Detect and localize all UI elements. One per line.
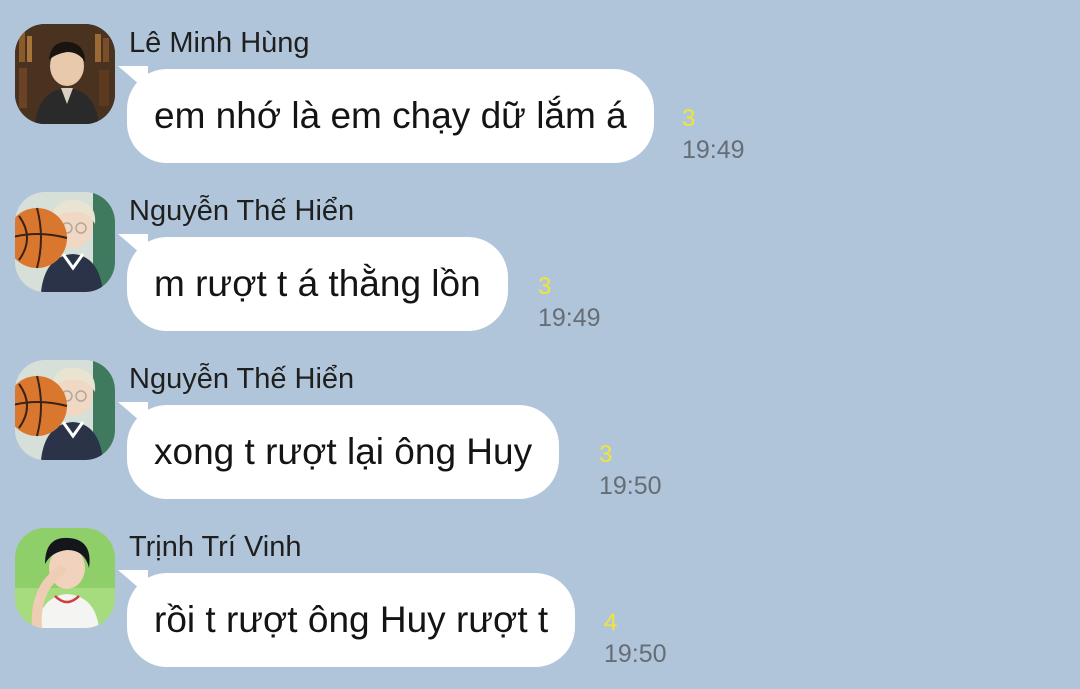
avatar-boy-basketball[interactable] [15, 360, 115, 460]
message-time: 19:49 [682, 136, 745, 164]
message-row: Trịnh Trí Vinh rồi t rượt ông Huy rượt t… [0, 504, 1080, 672]
unread-count: 3 [599, 441, 613, 468]
unread-count: 3 [682, 105, 696, 132]
message-bubble[interactable]: em nhớ là em chạy dữ lắm á [127, 69, 654, 163]
sender-name: Lê Minh Hùng [129, 27, 310, 59]
message-bubble[interactable]: m rượt t á thằng lồn [127, 237, 508, 331]
message-row: Nguyễn Thế Hiển xong t rượt lại ông Huy … [0, 336, 1080, 504]
message-bubble[interactable]: rồi t rượt ông Huy rượt t [127, 573, 576, 667]
sender-name: Nguyễn Thế Hiển [129, 363, 355, 395]
message-time: 19:49 [538, 304, 601, 332]
message-row: Lê Minh Hùng em nhớ là em chạy dữ lắm á … [0, 0, 1080, 168]
unread-count: 4 [604, 609, 618, 636]
avatar-boy-green-background[interactable] [15, 528, 115, 628]
sender-name: Trịnh Trí Vinh [129, 531, 302, 563]
avatar-boy-basketball[interactable] [15, 192, 115, 292]
message-time: 19:50 [599, 472, 662, 500]
sender-name: Nguyễn Thế Hiển [129, 195, 355, 227]
avatar-young-man-bookshelf[interactable] [15, 24, 115, 124]
message-row: Nguyễn Thế Hiển m rượt t á thằng lồn 3 1… [0, 168, 1080, 336]
message-bubble[interactable]: xong t rượt lại ông Huy [127, 405, 560, 499]
unread-count: 3 [538, 273, 552, 300]
message-time: 19:50 [604, 640, 667, 668]
